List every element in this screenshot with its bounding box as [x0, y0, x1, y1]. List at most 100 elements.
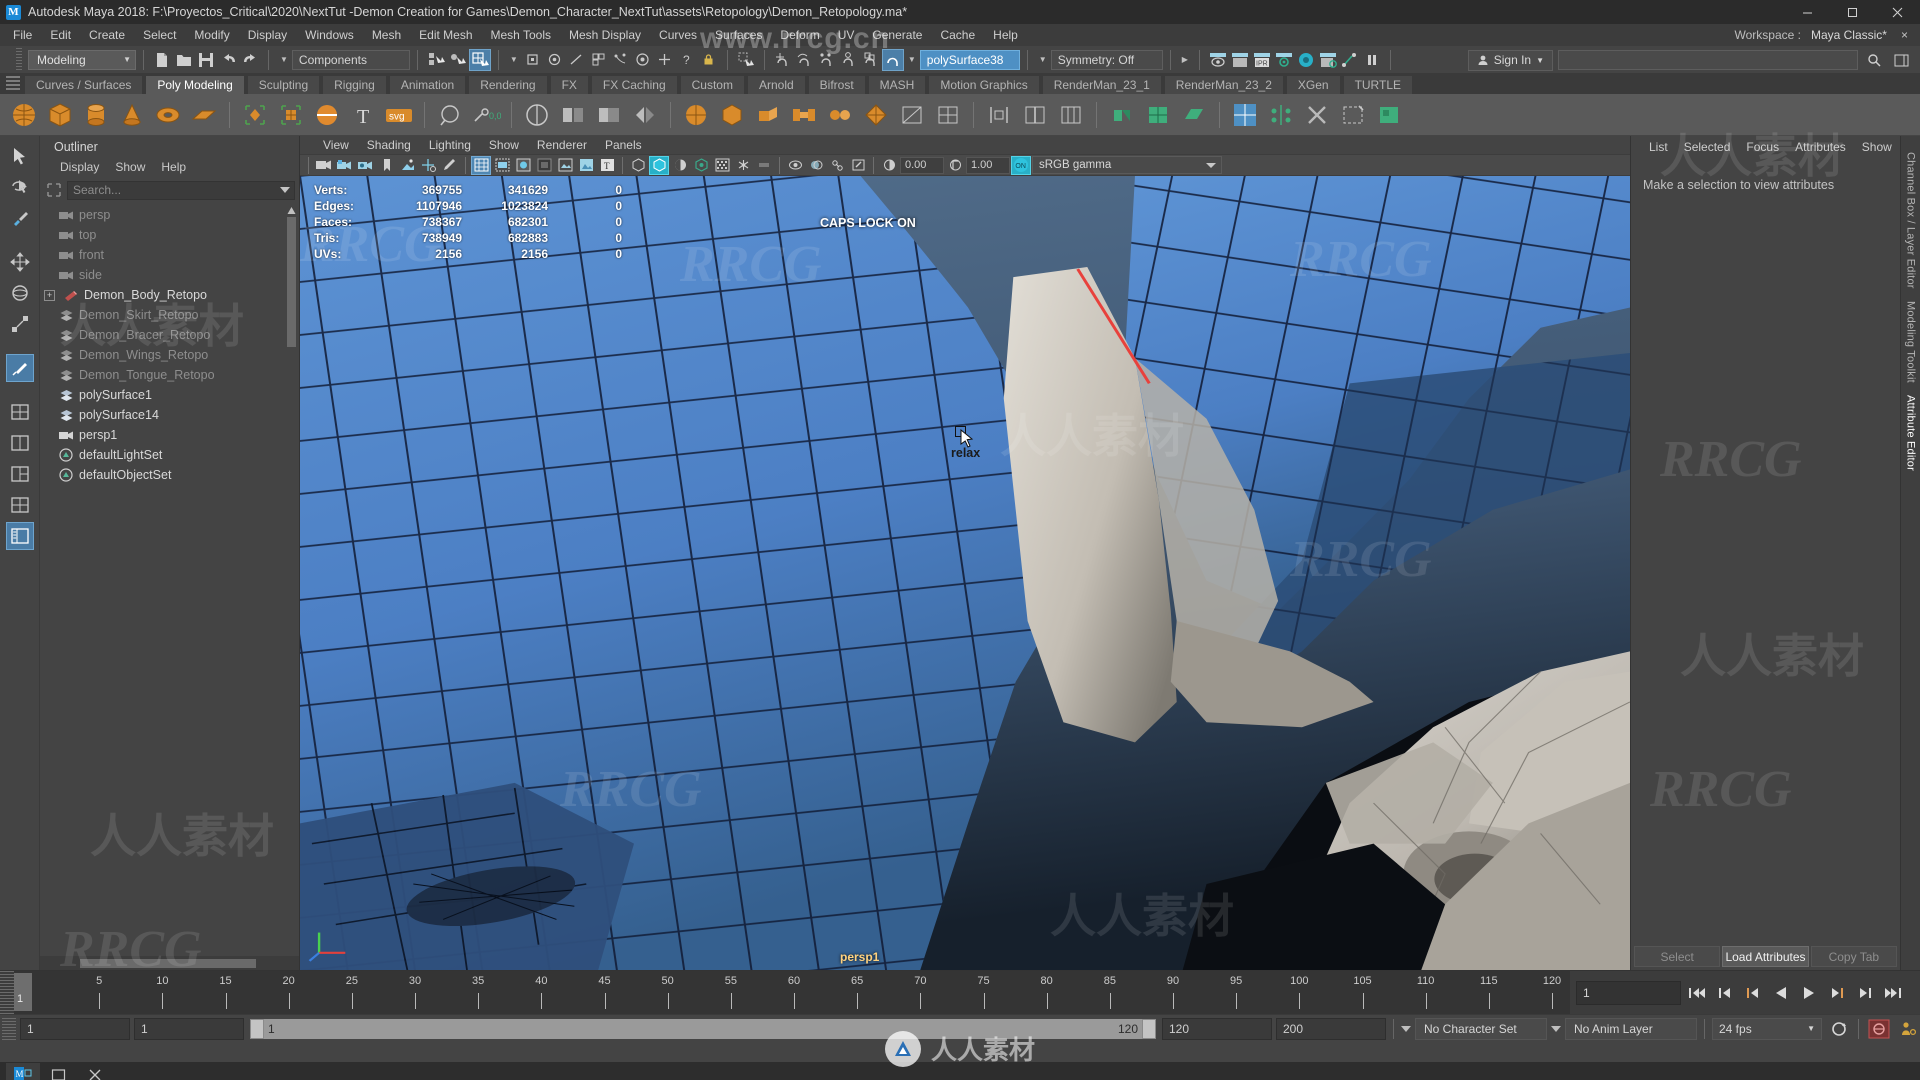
select-tool-icon[interactable] — [735, 49, 757, 71]
mask-surfaces-icon[interactable] — [588, 49, 610, 71]
select-component-icon[interactable] — [468, 48, 491, 71]
go-to-end-icon[interactable] — [1880, 980, 1905, 1006]
outliner-item-persp[interactable]: persp — [40, 205, 299, 225]
scrollbar-thumb[interactable] — [80, 958, 256, 968]
outliner-horizontal-scrollbar[interactable] — [40, 956, 299, 970]
xray-icon[interactable] — [806, 156, 826, 175]
step-back-frame-icon[interactable] — [1740, 980, 1765, 1006]
select-button[interactable]: Select — [1634, 946, 1721, 967]
range-grip[interactable] — [2, 1017, 16, 1040]
outliner-layout-icon[interactable] — [5, 522, 34, 550]
shelf-tab-sculpting[interactable]: Sculpting — [246, 75, 321, 94]
mirror-icon[interactable] — [629, 99, 661, 131]
exposure-toggle-icon[interactable] — [879, 156, 899, 175]
make-live-icon[interactable] — [881, 48, 904, 71]
maya-app-icon[interactable]: M — [6, 1063, 40, 1080]
separate-icon[interactable] — [557, 99, 589, 131]
hypershade-icon[interactable] — [1295, 49, 1317, 71]
poly-cone-icon[interactable] — [116, 99, 148, 131]
mask-rendering-icon[interactable] — [654, 49, 676, 71]
shelf-tab-mash[interactable]: MASH — [867, 75, 927, 94]
ambient-occlusion-icon[interactable] — [691, 156, 711, 175]
single-view-layout-icon[interactable] — [6, 398, 34, 426]
mask-misc-icon[interactable]: ? — [676, 49, 698, 71]
svg-tool-icon[interactable]: svg — [383, 99, 415, 131]
sculpt-tool-icon[interactable] — [434, 99, 466, 131]
menu-help[interactable]: Help — [984, 24, 1027, 46]
wireframe-shading-icon[interactable] — [471, 155, 491, 175]
ae-menu-show[interactable]: Show — [1854, 140, 1900, 154]
outliner-item-demon-skirt-retopo[interactable]: Demon_Skirt_Retopo — [40, 305, 299, 325]
menu-windows[interactable]: Windows — [296, 24, 363, 46]
crease-tool-icon[interactable] — [1337, 99, 1369, 131]
expand-collapse-icon[interactable]: + — [44, 289, 55, 301]
chevron-down-icon[interactable] — [280, 186, 290, 193]
xray-joints-icon[interactable] — [827, 156, 847, 175]
shelf-tab-motion-graphics[interactable]: Motion Graphics — [928, 75, 1040, 94]
outliner-item-demon-wings-retopo[interactable]: Demon_Wings_Retopo — [40, 345, 299, 365]
texture-display-icon[interactable]: T — [597, 156, 617, 175]
filter-icon[interactable] — [46, 182, 63, 199]
open-scene-icon[interactable] — [173, 49, 195, 71]
bookmark-icon[interactable] — [377, 156, 397, 175]
sign-in-button[interactable]: Sign In ▼ — [1467, 49, 1553, 71]
auto-keyframe-toggle-icon[interactable] — [1866, 1016, 1891, 1042]
select-hierarchy-icon[interactable] — [425, 49, 447, 71]
viewport-menu-shading[interactable]: Shading — [358, 138, 420, 152]
boolean-icon[interactable] — [593, 99, 625, 131]
close-button[interactable] — [1875, 0, 1920, 24]
hardware-texturing-icon[interactable] — [576, 156, 596, 175]
image-plane-icon[interactable] — [398, 156, 418, 175]
paint-select-tool-icon[interactable] — [6, 204, 34, 232]
smooth-shade-all-icon[interactable] — [492, 156, 512, 175]
viewport-menu-show[interactable]: Show — [480, 138, 528, 152]
outliner-item-demon-tongue-retopo[interactable]: Demon_Tongue_Retopo — [40, 365, 299, 385]
color-management-toggle-icon[interactable]: ON — [1011, 155, 1031, 175]
close-icon[interactable] — [78, 1063, 112, 1080]
symmetry-field[interactable]: Symmetry: Off — [1050, 49, 1163, 70]
viewport-menu-lighting[interactable]: Lighting — [420, 138, 480, 152]
range-slider-left-handle[interactable] — [250, 1018, 264, 1039]
range-slider[interactable]: 1 120 — [250, 1018, 1156, 1039]
selection-mask-field[interactable]: Components — [291, 49, 410, 70]
menu-cache[interactable]: Cache — [931, 24, 984, 46]
render-view-icon[interactable] — [1229, 49, 1251, 71]
shelf-tab-renderman-23-1[interactable]: RenderMan_23_1 — [1041, 75, 1162, 94]
smooth-shade-selected-icon[interactable] — [513, 156, 533, 175]
save-scene-icon[interactable] — [195, 49, 217, 71]
color-space-selector[interactable]: sRGB gamma — [1032, 156, 1222, 174]
menu-mesh[interactable]: Mesh — [363, 24, 410, 46]
shelf-tab-rendering[interactable]: Rendering — [468, 75, 548, 94]
toggle-render-icon[interactable] — [1339, 49, 1361, 71]
3d-viewport[interactable]: Verts: 369755 341629 0 Edges: 1107946 10… — [300, 176, 1630, 970]
extrude-icon[interactable] — [752, 99, 784, 131]
multi-cut-icon[interactable] — [311, 99, 343, 131]
ae-menu-focus[interactable]: Focus — [1738, 140, 1787, 154]
menu-surfaces[interactable]: Surfaces — [706, 24, 771, 46]
workspace-close-icon[interactable]: × — [1897, 28, 1912, 42]
range-slider-right-handle[interactable] — [1142, 1018, 1156, 1039]
sew-uv-icon[interactable] — [1106, 99, 1138, 131]
offset-edge-loop-icon[interactable] — [1055, 99, 1087, 131]
live-object-chevron-icon[interactable]: ▼ — [904, 55, 920, 64]
snap-to-view-plane-icon[interactable] — [860, 49, 882, 71]
help-search-icon[interactable] — [1863, 49, 1885, 71]
range-end-field[interactable]: 120 — [1162, 1017, 1272, 1040]
help-search-input[interactable] — [1558, 50, 1858, 70]
tab-modeling-toolkit[interactable]: Modeling Toolkit — [1905, 295, 1917, 389]
use-default-lighting-icon[interactable] — [628, 156, 648, 175]
new-scene-icon[interactable] — [151, 49, 173, 71]
ipr-render-icon[interactable]: IPR — [1251, 49, 1273, 71]
unfold-uv-icon[interactable] — [1178, 99, 1210, 131]
redo-icon[interactable] — [239, 49, 261, 71]
insert-edge-loop-icon[interactable] — [1019, 99, 1051, 131]
transform-tool-icon[interactable]: 0,0,0 — [470, 99, 502, 131]
snap-to-curve-icon[interactable] — [794, 49, 816, 71]
menu-edit-mesh[interactable]: Edit Mesh — [410, 24, 481, 46]
mask-dynamics-icon[interactable] — [632, 49, 654, 71]
playback-loop-icon[interactable] — [1826, 1016, 1851, 1042]
menu-deform[interactable]: Deform — [771, 24, 828, 46]
outliner-item-side[interactable]: side — [40, 265, 299, 285]
step-forward-frame-icon[interactable] — [1824, 980, 1849, 1006]
bridge-icon[interactable] — [788, 99, 820, 131]
